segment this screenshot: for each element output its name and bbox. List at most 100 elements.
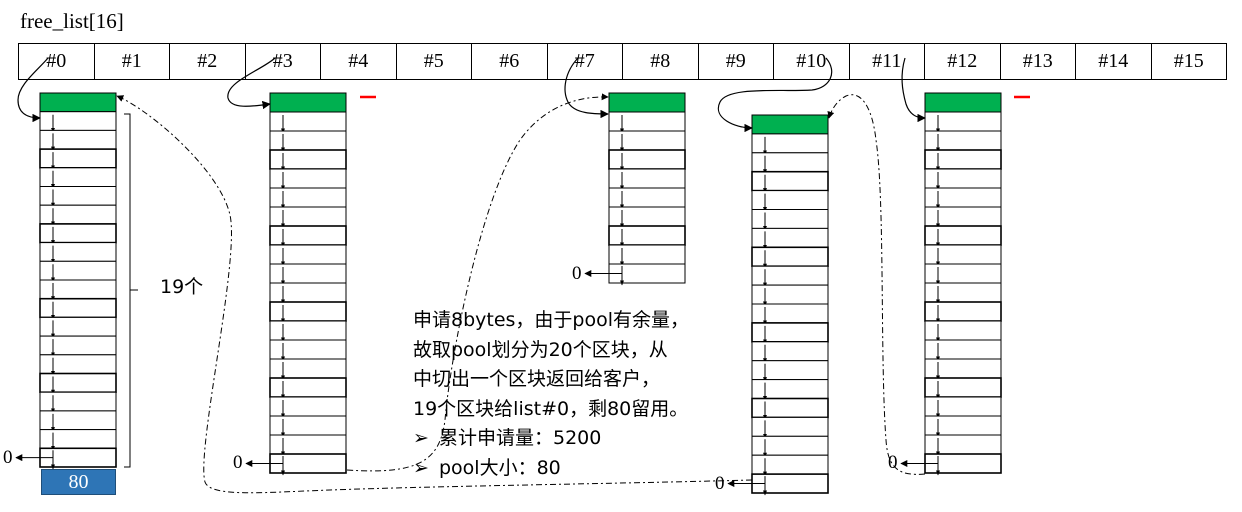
free-block <box>269 282 347 303</box>
free-block <box>924 282 1002 303</box>
free-block <box>751 227 829 248</box>
free-block <box>924 168 1002 189</box>
free-block <box>751 435 829 456</box>
free-block <box>751 170 829 192</box>
free-block <box>39 242 117 262</box>
free-block <box>608 111 686 132</box>
free-block <box>39 204 117 225</box>
free-block <box>924 396 1002 417</box>
free-block <box>924 187 1002 208</box>
count-label: 19个 <box>160 276 204 298</box>
bullet-arrow-icon: ➢ <box>413 456 429 479</box>
null-label-list-10: 0 <box>715 473 725 494</box>
null-label-list-12: 0 <box>888 452 898 473</box>
free-block <box>39 260 117 281</box>
block-column-list-7 <box>584 92 686 286</box>
free-block <box>39 335 117 356</box>
free-block <box>269 320 347 341</box>
free-block <box>39 223 117 244</box>
block-column-list-10 <box>727 114 829 496</box>
free-block <box>608 149 686 170</box>
free-block <box>751 246 829 268</box>
block-column-list-12 <box>900 92 1002 476</box>
free-block <box>608 244 686 265</box>
null-label-list-7: 0 <box>572 263 582 284</box>
head-block <box>608 92 686 113</box>
free-block <box>751 379 829 400</box>
free-block <box>39 129 117 150</box>
free-block <box>608 168 686 189</box>
head-block <box>39 92 117 113</box>
free-block <box>269 244 347 265</box>
note-line-4: 19个区块给list#0，剩80留用。 <box>413 397 689 420</box>
free-block <box>924 225 1002 246</box>
bullet-text-1: 累计申请量：5200 <box>439 427 602 449</box>
free-block <box>751 133 829 154</box>
free-block <box>269 263 347 284</box>
note-line-3: 中切出一个区块返回给客户， <box>413 368 661 390</box>
free-block <box>924 263 1002 284</box>
pool-block: 80 <box>41 469 116 495</box>
note-line-2: 故取pool划分为20个区块，从 <box>413 338 668 361</box>
free-block <box>751 397 829 419</box>
note-bullet-2: ➢ pool大小：80 <box>413 454 689 484</box>
pointer-list-3 <box>227 57 276 110</box>
pointer-list-12 <box>901 57 926 123</box>
explanation-note: 申请8bytes，由于pool有余量， 故取pool划分为20个区块，从 中切出… <box>413 306 689 483</box>
free-block <box>39 297 117 319</box>
free-block <box>269 168 347 189</box>
free-block <box>269 130 347 151</box>
free-block <box>751 284 829 305</box>
free-block <box>924 130 1002 151</box>
free-block <box>269 377 347 398</box>
free-block <box>608 225 686 246</box>
free-block <box>39 279 117 300</box>
bullet-text-2: pool大小：80 <box>439 456 561 479</box>
free-block <box>269 358 347 379</box>
null-label-list-3: 0 <box>233 452 243 473</box>
free-block <box>924 244 1002 265</box>
head-block <box>269 92 347 113</box>
pointer-list-7 <box>564 57 609 119</box>
free-block <box>39 391 117 412</box>
free-block <box>751 303 829 324</box>
free-block <box>269 206 347 227</box>
free-block <box>751 341 829 362</box>
note-bullet-1: ➢ 累计申请量：5200 <box>413 424 689 454</box>
free-block <box>924 358 1002 379</box>
count-bracket <box>124 113 138 468</box>
free-block <box>39 111 117 131</box>
free-block <box>269 415 347 436</box>
free-block <box>269 396 347 417</box>
block-column-list-3 <box>245 92 347 476</box>
free-block <box>924 415 1002 436</box>
free-block <box>924 339 1002 360</box>
free-block <box>751 360 829 381</box>
free-block <box>39 429 117 449</box>
free-block <box>39 316 117 337</box>
chunk-link-12-to-10 <box>827 94 926 475</box>
free-block <box>39 372 117 394</box>
head-block <box>751 114 829 135</box>
free-block <box>751 190 829 211</box>
free-block <box>924 301 1002 322</box>
null-label-list-0: 0 <box>3 447 13 468</box>
free-block <box>608 130 686 151</box>
note-line-1: 申请8bytes，由于pool有余量， <box>413 309 690 331</box>
free-block <box>269 149 347 170</box>
free-block <box>751 209 829 229</box>
free-block <box>39 148 117 169</box>
block-column-list-0 <box>15 92 117 470</box>
free-block <box>924 434 1002 455</box>
free-block <box>751 152 829 173</box>
free-block <box>924 206 1002 227</box>
free-block <box>608 206 686 227</box>
free-block <box>924 149 1002 170</box>
free-block <box>924 320 1002 341</box>
free-block <box>269 225 347 246</box>
free-block <box>269 187 347 208</box>
free-block <box>39 167 117 188</box>
free-block <box>751 454 829 475</box>
free-block <box>39 354 117 374</box>
free-block <box>269 111 347 132</box>
